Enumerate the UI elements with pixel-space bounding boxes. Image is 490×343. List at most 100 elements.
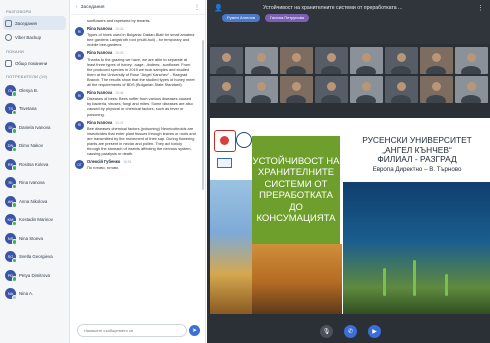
message-text: Types of hives used in Bulgaria: Dadan-B… bbox=[87, 32, 195, 48]
participant-chip[interactable]: Румен Ангелов bbox=[222, 14, 260, 22]
avatar: TS bbox=[5, 103, 17, 116]
call-button[interactable]: ✆ bbox=[344, 325, 357, 338]
avatar: RK bbox=[5, 158, 17, 171]
contact-name: Petya Dimitrova bbox=[19, 272, 50, 278]
message-author: Rina Ivanova bbox=[87, 90, 113, 96]
meeting-icon bbox=[5, 33, 12, 41]
section-invitations-heading: Покани bbox=[6, 49, 24, 54]
avatar: RI bbox=[5, 177, 17, 190]
sprout bbox=[445, 274, 448, 296]
avatar: ОГ bbox=[75, 160, 84, 170]
message-text: По готово, готово. bbox=[87, 165, 120, 171]
participant-video-tile[interactable] bbox=[420, 47, 453, 74]
nav-item-invitations-label: Общо поканени bbox=[15, 60, 48, 66]
sprout bbox=[383, 268, 386, 296]
contact-item[interactable]: RK Rositsa Koleva bbox=[0, 155, 69, 174]
avatar: OL bbox=[5, 84, 17, 97]
sidebar: Разговори Заседания Viber Backup Покани … bbox=[0, 0, 70, 343]
contact-item[interactable]: OL Olesya B. bbox=[0, 81, 69, 100]
participant-video-tile[interactable] bbox=[385, 76, 418, 103]
contact-item[interactable]: AN Anna Nikolova bbox=[0, 192, 69, 211]
avatar: NS bbox=[5, 232, 17, 245]
avatar: RI bbox=[75, 120, 84, 130]
contact-name: Daniela Ivanova bbox=[19, 124, 51, 130]
participant-video-tile[interactable] bbox=[245, 76, 278, 103]
message-time: 10:43 bbox=[115, 51, 124, 56]
contact-item[interactable]: PD Petya Dimitrova bbox=[0, 266, 69, 285]
contact-item[interactable]: NA Nina A. bbox=[0, 285, 69, 304]
camera-button[interactable]: ▶ bbox=[368, 325, 381, 338]
avatar: SG bbox=[5, 251, 17, 264]
contact-item[interactable]: DN Dimo Nakov bbox=[0, 137, 69, 156]
message: RI Rina Ivanova 10:42 Types of hives used… bbox=[75, 26, 196, 47]
participant-video-tile[interactable] bbox=[420, 76, 453, 103]
contact-item[interactable]: SG Svetla Georgieva bbox=[0, 248, 69, 267]
contact-item[interactable]: KM Kostadin Marinov bbox=[0, 211, 69, 230]
participant-video-tile[interactable] bbox=[455, 47, 488, 74]
message-time: 10:44 bbox=[115, 91, 124, 96]
contact-name: Nina A. bbox=[19, 291, 34, 297]
back-icon[interactable]: ‹ bbox=[76, 5, 78, 10]
contact-name: Svetla Georgieva bbox=[19, 254, 53, 260]
participant-video-tile[interactable] bbox=[315, 47, 348, 74]
participant-video-tile[interactable] bbox=[245, 47, 278, 74]
message: sunflowers and rapeseed by tenants. bbox=[75, 18, 196, 23]
participant-video-tile[interactable] bbox=[350, 76, 383, 103]
message-author: Олексій Губенко bbox=[87, 159, 121, 165]
message-author: Rina Ivanova bbox=[87, 26, 113, 32]
contact-name: Tsvetana bbox=[19, 106, 37, 112]
more-options-icon[interactable]: ⋮ bbox=[477, 4, 484, 12]
nav-item-meetings[interactable]: Заседания bbox=[3, 16, 66, 30]
avatar: NA bbox=[5, 288, 17, 301]
contact-item[interactable]: TS Tsvetana bbox=[0, 100, 69, 119]
avatar: DN bbox=[5, 140, 17, 153]
contact-name: Anna Nikolova bbox=[19, 198, 48, 204]
mic-button[interactable]: 🎙 bbox=[320, 325, 333, 338]
participant-chip[interactable]: Галина Петрунова bbox=[265, 14, 309, 22]
contact-list: OL Olesya B. TS Tsvetana DI Daniela Ivanova… bbox=[0, 81, 69, 303]
send-button[interactable]: ➤ bbox=[189, 325, 200, 336]
slide-image-left bbox=[210, 180, 252, 314]
program-line: Европа Директно – В. Търново bbox=[372, 165, 462, 173]
chat-title: Заседания bbox=[80, 4, 105, 10]
contact-name: Kostadin Marinov bbox=[19, 217, 53, 223]
contact-item[interactable]: DI Daniela Ivanova bbox=[0, 118, 69, 137]
contact-item[interactable]: RI Rina Ivanova bbox=[0, 174, 69, 193]
more-options-icon[interactable]: ⋮ bbox=[194, 4, 200, 11]
participant-video-tile[interactable] bbox=[455, 76, 488, 103]
contact-item[interactable]: NS Nina Stoeva bbox=[0, 229, 69, 248]
participant-video-tile[interactable] bbox=[280, 76, 313, 103]
university-line: Филиал - Разград bbox=[377, 154, 457, 164]
message-author: Rina Ivanova bbox=[87, 50, 113, 56]
nav-item-meetings-label: Заседания bbox=[15, 20, 37, 26]
participant-video-tile[interactable] bbox=[280, 47, 313, 74]
participant-grid bbox=[207, 47, 490, 107]
message-text: Bee diseases chemical factors (poisoning… bbox=[87, 125, 196, 157]
chat-header: ‹ Заседания ⋮ bbox=[71, 0, 205, 15]
avatar: RI bbox=[75, 91, 84, 101]
slide-image-bottom bbox=[252, 244, 342, 314]
participant-video-tile[interactable] bbox=[385, 47, 418, 74]
chat-scrollbar[interactable] bbox=[202, 40, 204, 190]
meeting-title: Устойчивост на хранителните системи от п… bbox=[263, 5, 403, 11]
participant-video-tile[interactable] bbox=[315, 76, 348, 103]
avatar: DI bbox=[5, 121, 17, 134]
contact-name: Dimo Nakov bbox=[19, 143, 43, 149]
invite-icon bbox=[5, 59, 12, 67]
message-input[interactable] bbox=[77, 324, 187, 337]
participant-video-tile[interactable] bbox=[350, 47, 383, 74]
message-list: sunflowers and rapeseed by tenants. RI R… bbox=[71, 16, 200, 320]
avatar: PD bbox=[5, 269, 17, 282]
slide-image-right bbox=[343, 182, 490, 314]
nav-item-viber[interactable]: Viber Backup bbox=[0, 30, 69, 44]
user-icon[interactable]: 👤 bbox=[214, 4, 223, 12]
message-author: Rina Ivanova bbox=[87, 119, 113, 125]
phone-icon: ✆ bbox=[347, 329, 354, 335]
nav-item-invitations[interactable]: Общо поканени bbox=[0, 56, 69, 70]
participant-video-tile[interactable] bbox=[210, 47, 243, 74]
shared-slide: Устойчивост на хранителните системи от п… bbox=[210, 118, 490, 314]
message-time: 10:47 bbox=[115, 120, 124, 125]
participant-video-tile[interactable] bbox=[210, 76, 243, 103]
camera-icon: ▶ bbox=[372, 329, 377, 335]
chat-panel: ‹ Заседания ⋮ sunflowers and rapeseed by… bbox=[71, 0, 206, 343]
